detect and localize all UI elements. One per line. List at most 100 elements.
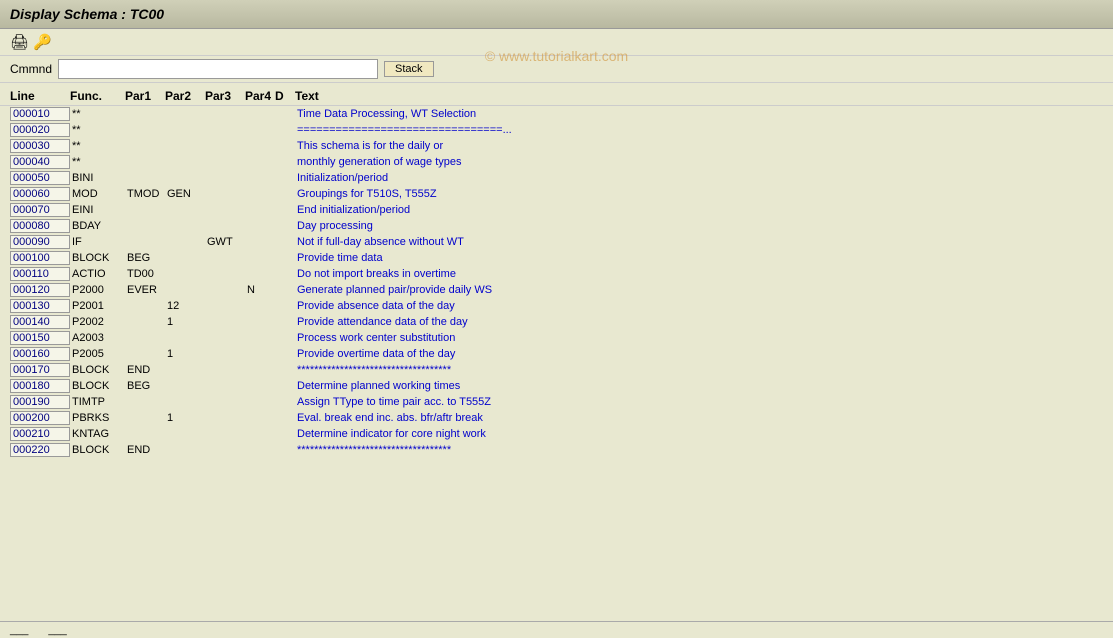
cell-func: EINI bbox=[70, 204, 125, 216]
cell-func: IF bbox=[70, 236, 125, 248]
table-row[interactable]: 000110 ACTIO TD00 Do not import breaks i… bbox=[0, 266, 1113, 282]
cell-line: 000220 bbox=[10, 443, 70, 457]
cell-text: Provide attendance data of the day bbox=[295, 316, 1103, 328]
cell-func: ** bbox=[70, 156, 125, 168]
table-row[interactable]: 000150 A2003 Process work center substit… bbox=[0, 330, 1113, 346]
header-func: Func. bbox=[70, 89, 125, 103]
cell-text: Generate planned pair/provide daily WS bbox=[295, 284, 1103, 296]
cell-func: ** bbox=[70, 140, 125, 152]
table-row[interactable]: 000120 P2000 EVER N Generate planned pai… bbox=[0, 282, 1113, 298]
table-row[interactable]: 000170 BLOCK END ***********************… bbox=[0, 362, 1113, 378]
cell-func: P2002 bbox=[70, 316, 125, 328]
cell-par1: BEG bbox=[125, 380, 165, 392]
cell-text: ************************************ bbox=[295, 444, 1103, 456]
cell-par1: TMOD bbox=[125, 188, 165, 200]
table-row[interactable]: 000090 IF GWT Not if full-day absence wi… bbox=[0, 234, 1113, 250]
table-body: 000010 ** Time Data Processing, WT Selec… bbox=[0, 106, 1113, 458]
cell-func: BLOCK bbox=[70, 380, 125, 392]
table-row[interactable]: 000130 P2001 12 Provide absence data of … bbox=[0, 298, 1113, 314]
table-row[interactable]: 000220 BLOCK END ***********************… bbox=[0, 442, 1113, 458]
cell-line: 000040 bbox=[10, 155, 70, 169]
cell-text: Do not import breaks in overtime bbox=[295, 268, 1103, 280]
cell-par2: 1 bbox=[165, 412, 205, 424]
table-row[interactable]: 000050 BINI Initialization/period bbox=[0, 170, 1113, 186]
cell-line: 000120 bbox=[10, 283, 70, 297]
cell-func: BLOCK bbox=[70, 364, 125, 376]
cell-func: A2003 bbox=[70, 332, 125, 344]
cell-line: 000170 bbox=[10, 363, 70, 377]
table-row[interactable]: 000020 ** ==============================… bbox=[0, 122, 1113, 138]
cell-text: Eval. break end inc. abs. bfr/aftr break bbox=[295, 412, 1103, 424]
cell-line: 000070 bbox=[10, 203, 70, 217]
cell-text: Determine indicator for core night work bbox=[295, 428, 1103, 440]
cell-line: 000010 bbox=[10, 107, 70, 121]
title-bar: Display Schema : TC00 bbox=[0, 0, 1113, 29]
cell-text: This schema is for the daily or bbox=[295, 140, 1103, 152]
title-text: Display Schema : TC00 bbox=[10, 6, 164, 22]
cell-text: Process work center substitution bbox=[295, 332, 1103, 344]
cell-par1: END bbox=[125, 444, 165, 456]
cell-par2: GEN bbox=[165, 188, 205, 200]
table-row[interactable]: 000210 KNTAG Determine indicator for cor… bbox=[0, 426, 1113, 442]
cell-line: 000140 bbox=[10, 315, 70, 329]
cell-line: 000110 bbox=[10, 267, 70, 281]
command-input[interactable] bbox=[58, 59, 378, 79]
cell-func: ** bbox=[70, 108, 125, 120]
cell-text: monthly generation of wage types bbox=[295, 156, 1103, 168]
cell-line: 000020 bbox=[10, 123, 70, 137]
header-par1: Par1 bbox=[125, 89, 165, 103]
table-row[interactable]: 000180 BLOCK BEG Determine planned worki… bbox=[0, 378, 1113, 394]
cell-line: 000210 bbox=[10, 427, 70, 441]
main-content: Line Func. Par1 Par2 Par3 Par4 D Text 00… bbox=[0, 83, 1113, 621]
cell-line: 000130 bbox=[10, 299, 70, 313]
cell-text: Groupings for T510S, T555Z bbox=[295, 188, 1103, 200]
table-row[interactable]: 000080 BDAY Day processing bbox=[0, 218, 1113, 234]
cell-func: BLOCK bbox=[70, 444, 125, 456]
table-row[interactable]: 000190 TIMTP Assign TType to time pair a… bbox=[0, 394, 1113, 410]
toolbar: 🖨 🔑 © www.tutorialkart.com bbox=[0, 29, 1113, 56]
cell-func: P2001 bbox=[70, 300, 125, 312]
bottom-item2: ___ bbox=[48, 624, 66, 636]
header-text: Text bbox=[295, 89, 1103, 103]
cell-text: Not if full-day absence without WT bbox=[295, 236, 1103, 248]
cell-func: P2005 bbox=[70, 348, 125, 360]
cell-line: 000150 bbox=[10, 331, 70, 345]
table-row[interactable]: 000200 PBRKS 1 Eval. break end inc. abs.… bbox=[0, 410, 1113, 426]
cell-text: Determine planned working times bbox=[295, 380, 1103, 392]
command-label: Cmmnd bbox=[10, 62, 52, 76]
cell-par2: 12 bbox=[165, 300, 205, 312]
lock-icon[interactable]: 🔑 bbox=[33, 33, 52, 51]
table-header: Line Func. Par1 Par2 Par3 Par4 D Text bbox=[0, 87, 1113, 106]
cell-func: PBRKS bbox=[70, 412, 125, 424]
cell-func: KNTAG bbox=[70, 428, 125, 440]
cell-func: BLOCK bbox=[70, 252, 125, 264]
command-bar: Cmmnd Stack bbox=[0, 56, 1113, 83]
cell-text: Provide overtime data of the day bbox=[295, 348, 1103, 360]
cell-line: 000180 bbox=[10, 379, 70, 393]
table-row[interactable]: 000030 ** This schema is for the daily o… bbox=[0, 138, 1113, 154]
cell-func: BINI bbox=[70, 172, 125, 184]
cell-par1: EVER bbox=[125, 284, 165, 296]
table-row[interactable]: 000100 BLOCK BEG Provide time data bbox=[0, 250, 1113, 266]
cell-text: ================================... bbox=[295, 124, 1103, 136]
cell-line: 000080 bbox=[10, 219, 70, 233]
table-row[interactable]: 000140 P2002 1 Provide attendance data o… bbox=[0, 314, 1113, 330]
cell-func: BDAY bbox=[70, 220, 125, 232]
cell-func: TIMTP bbox=[70, 396, 125, 408]
table-row[interactable]: 000070 EINI End initialization/period bbox=[0, 202, 1113, 218]
cell-line: 000090 bbox=[10, 235, 70, 249]
table-row[interactable]: 000060 MOD TMOD GEN Groupings for T510S,… bbox=[0, 186, 1113, 202]
cell-text: Assign TType to time pair acc. to T555Z bbox=[295, 396, 1103, 408]
table-row[interactable]: 000010 ** Time Data Processing, WT Selec… bbox=[0, 106, 1113, 122]
table-row[interactable]: 000160 P2005 1 Provide overtime data of … bbox=[0, 346, 1113, 362]
save-icon[interactable]: 🖨 bbox=[10, 33, 29, 51]
cell-par1: TD00 bbox=[125, 268, 165, 280]
cell-par1: BEG bbox=[125, 252, 165, 264]
cell-text: End initialization/period bbox=[295, 204, 1103, 216]
stack-button[interactable]: Stack bbox=[384, 61, 434, 77]
cell-par1: END bbox=[125, 364, 165, 376]
header-par2: Par2 bbox=[165, 89, 205, 103]
cell-text: Time Data Processing, WT Selection bbox=[295, 108, 1103, 120]
table-row[interactable]: 000040 ** monthly generation of wage typ… bbox=[0, 154, 1113, 170]
bottom-item1: ___ bbox=[10, 624, 28, 636]
